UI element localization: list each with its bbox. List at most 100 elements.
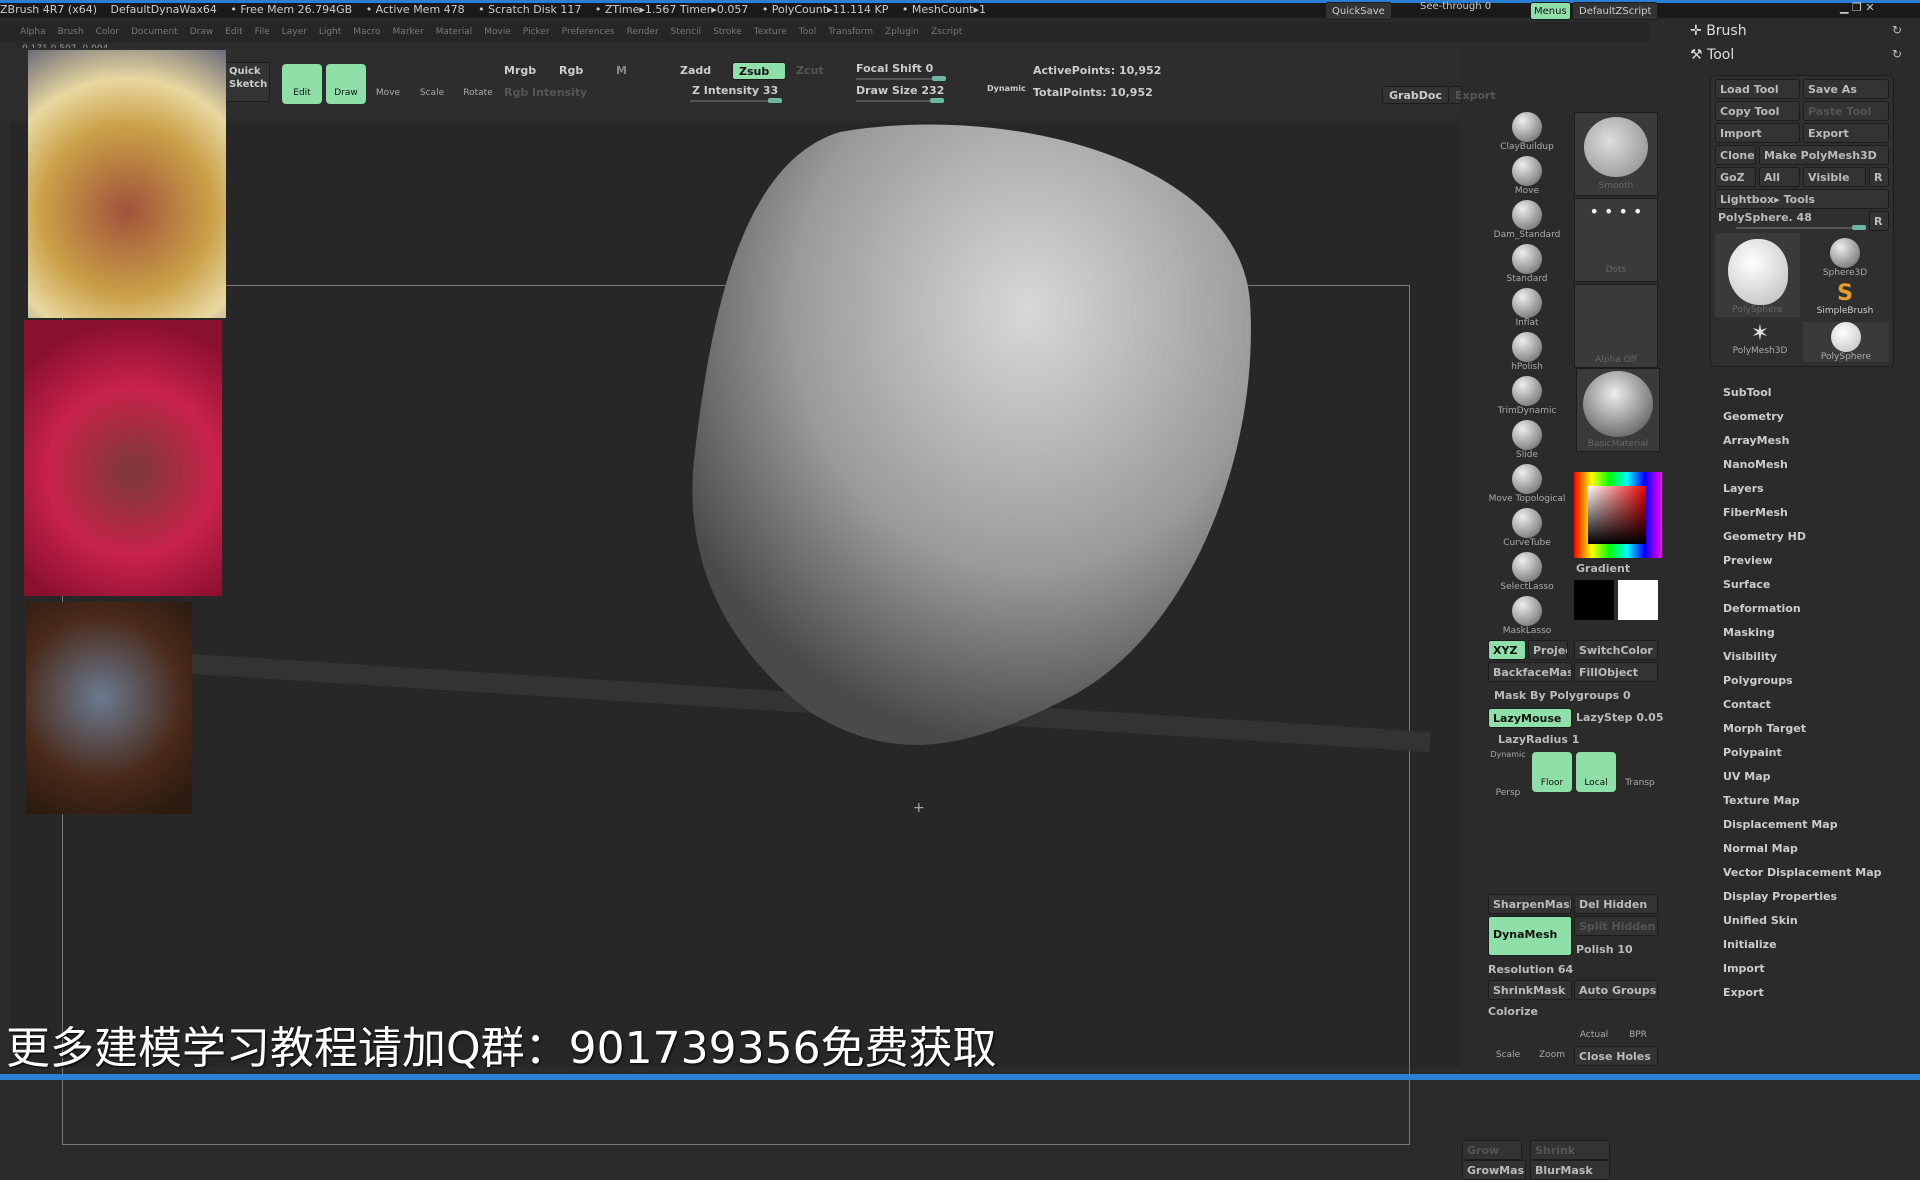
scale-button[interactable]: Scale <box>1488 1024 1528 1064</box>
dynamesh-button[interactable]: DynaMesh <box>1488 916 1572 956</box>
xyz-button[interactable]: XYZ <box>1488 640 1526 660</box>
subpalette-unified-skin[interactable]: Unified Skin <box>1723 914 1798 927</box>
canvas-viewport[interactable]: + <box>10 122 1460 1145</box>
floor-button[interactable]: Floor <box>1532 752 1572 792</box>
save-as-button[interactable]: Save As <box>1803 79 1889 99</box>
menu-zplugin[interactable]: Zplugin <box>885 27 919 37</box>
zcut-button[interactable]: Zcut <box>796 64 824 77</box>
del-hidden-button[interactable]: Del Hidden <box>1574 894 1658 914</box>
zadd-button[interactable]: Zadd <box>680 64 711 77</box>
blurmask-button[interactable]: BlurMask <box>1530 1160 1610 1180</box>
mrgb-button[interactable]: Mrgb <box>504 64 536 77</box>
subpalette-polypaint[interactable]: Polypaint <box>1723 746 1782 759</box>
menu-edit[interactable]: Edit <box>225 27 242 37</box>
draw-button[interactable]: Draw <box>326 64 366 104</box>
alpha-slot[interactable]: Alpha Off <box>1574 284 1658 368</box>
tool-palette-header[interactable]: ⚒ Tool <box>1690 47 1734 63</box>
menu-render[interactable]: Render <box>627 27 659 37</box>
subpalette-uv-map[interactable]: UV Map <box>1723 770 1771 783</box>
menu-color[interactable]: Color <box>96 27 120 37</box>
subpalette-contact[interactable]: Contact <box>1723 698 1771 711</box>
subpalette-deformation[interactable]: Deformation <box>1723 602 1801 615</box>
subpalette-export[interactable]: Export <box>1723 986 1764 999</box>
brush-slide[interactable]: Slide <box>1482 420 1572 460</box>
brush-move-topological[interactable]: Move Topological <box>1482 464 1572 504</box>
subpalette-morph-target[interactable]: Morph Target <box>1723 722 1806 735</box>
brush-claybuildup[interactable]: ClayBuildup <box>1482 112 1572 152</box>
subpalette-arraymesh[interactable]: ArrayMesh <box>1723 434 1789 447</box>
alpha-stroke-slot[interactable]: • • • • Dots <box>1574 198 1658 282</box>
lazystep-slider[interactable]: LazyStep 0.05 <box>1576 711 1664 724</box>
menu-transform[interactable]: Transform <box>828 27 873 37</box>
tool-thumb-simplebrush[interactable]: S SimpleBrush <box>1800 282 1890 317</box>
shrinkmask-button[interactable]: ShrinkMask <box>1488 980 1572 1000</box>
r-button[interactable]: R <box>1869 211 1889 231</box>
stroke-slot[interactable]: Smooth <box>1574 112 1658 196</box>
switchcolor-button[interactable]: SwitchColor <box>1574 640 1658 660</box>
tool-thumb-polysphere[interactable]: PolySphere <box>1715 233 1800 317</box>
rgb-button[interactable]: Rgb <box>559 64 583 77</box>
actual-button[interactable]: Actual <box>1574 1004 1614 1044</box>
export-button[interactable]: Export <box>1803 123 1889 143</box>
clone-button[interactable]: Clone <box>1715 145 1756 165</box>
rgb-intensity-slider[interactable]: Rgb Intensity <box>504 86 587 99</box>
menu-marker[interactable]: Marker <box>393 27 424 37</box>
menu-material[interactable]: Material <box>436 27 473 37</box>
dynamic-toggle[interactable]: Dynamic <box>987 84 1026 93</box>
subpalette-subtool[interactable]: SubTool <box>1723 386 1772 399</box>
subpalette-nanomesh[interactable]: NanoMesh <box>1723 458 1788 471</box>
polysphere-slider[interactable] <box>1736 225 1866 230</box>
subpalette-geometry-hd[interactable]: Geometry HD <box>1723 530 1806 543</box>
menu-light[interactable]: Light <box>319 27 341 37</box>
fillobject-button[interactable]: FillObject <box>1574 662 1658 682</box>
visible-button[interactable]: Visible <box>1803 167 1866 187</box>
menu-stencil[interactable]: Stencil <box>671 27 701 37</box>
transp-button[interactable]: Transp <box>1620 752 1660 792</box>
shrink-button[interactable]: Shrink <box>1530 1140 1610 1160</box>
subpalette-displacement-map[interactable]: Displacement Map <box>1723 818 1838 831</box>
subpalette-surface[interactable]: Surface <box>1723 578 1770 591</box>
menu-brush[interactable]: Brush <box>58 27 84 37</box>
subpalette-texture-map[interactable]: Texture Map <box>1723 794 1800 807</box>
brush-inflat[interactable]: Inflat <box>1482 288 1572 328</box>
subpalette-geometry[interactable]: Geometry <box>1723 410 1784 423</box>
lazymouse-button[interactable]: LazyMouse <box>1488 708 1572 728</box>
brush-standard[interactable]: Standard <box>1482 244 1572 284</box>
goz-button[interactable]: GoZ <box>1715 167 1756 187</box>
brush-masklasso[interactable]: MaskLasso <box>1482 596 1572 636</box>
menu-preferences[interactable]: Preferences <box>562 27 615 37</box>
backfacemask-button[interactable]: BackfaceMask <box>1488 662 1572 682</box>
menu-document[interactable]: Document <box>131 27 178 37</box>
brush-trimdynamic[interactable]: TrimDynamic <box>1482 376 1572 416</box>
material-slot[interactable]: BasicMaterial <box>1576 368 1660 452</box>
import-button[interactable]: Import <box>1715 123 1800 143</box>
subpalette-visibility[interactable]: Visibility <box>1723 650 1777 663</box>
tool-thumb-polymesh3d[interactable]: ✶ PolyMesh3D <box>1715 322 1805 357</box>
rotate-button[interactable]: Rotate <box>458 64 498 104</box>
grow-button[interactable]: Grow <box>1462 1140 1522 1160</box>
reset-icon[interactable]: ↻ <box>1892 23 1902 37</box>
subpalette-masking[interactable]: Masking <box>1723 626 1775 639</box>
goz-all-button[interactable]: All <box>1759 167 1800 187</box>
copy-tool-button[interactable]: Copy Tool <box>1715 101 1800 121</box>
close-holes-button[interactable]: Close Holes <box>1574 1046 1658 1066</box>
menu-texture[interactable]: Texture <box>754 27 787 37</box>
subpalette-initialize[interactable]: Initialize <box>1723 938 1777 951</box>
see-through-slider[interactable]: See-through 0 <box>1420 1 1491 12</box>
subpalette-normal-map[interactable]: Normal Map <box>1723 842 1798 855</box>
zscript-button[interactable]: DefaultZScript <box>1572 2 1659 20</box>
grabdoc-button[interactable]: GrabDoc <box>1382 86 1449 104</box>
zoom-button[interactable]: Zoom <box>1532 1024 1572 1064</box>
subpalette-display-properties[interactable]: Display Properties <box>1723 890 1837 903</box>
menu-stroke[interactable]: Stroke <box>713 27 742 37</box>
menu-movie[interactable]: Movie <box>484 27 511 37</box>
colorize-slider[interactable]: Colorize <box>1488 1005 1538 1018</box>
make-polymesh-button[interactable]: Make PolyMesh3D <box>1759 145 1889 165</box>
paste-tool-button[interactable]: Paste Tool <box>1803 101 1889 121</box>
menu-layer[interactable]: Layer <box>282 27 307 37</box>
edit-button[interactable]: Edit <box>282 64 322 104</box>
projec-button[interactable]: Projec <box>1528 640 1568 660</box>
z-intensity-slider[interactable] <box>690 98 782 103</box>
focal-shift-slider[interactable] <box>856 76 946 81</box>
sharpenmask-button[interactable]: SharpenMask <box>1488 894 1572 914</box>
